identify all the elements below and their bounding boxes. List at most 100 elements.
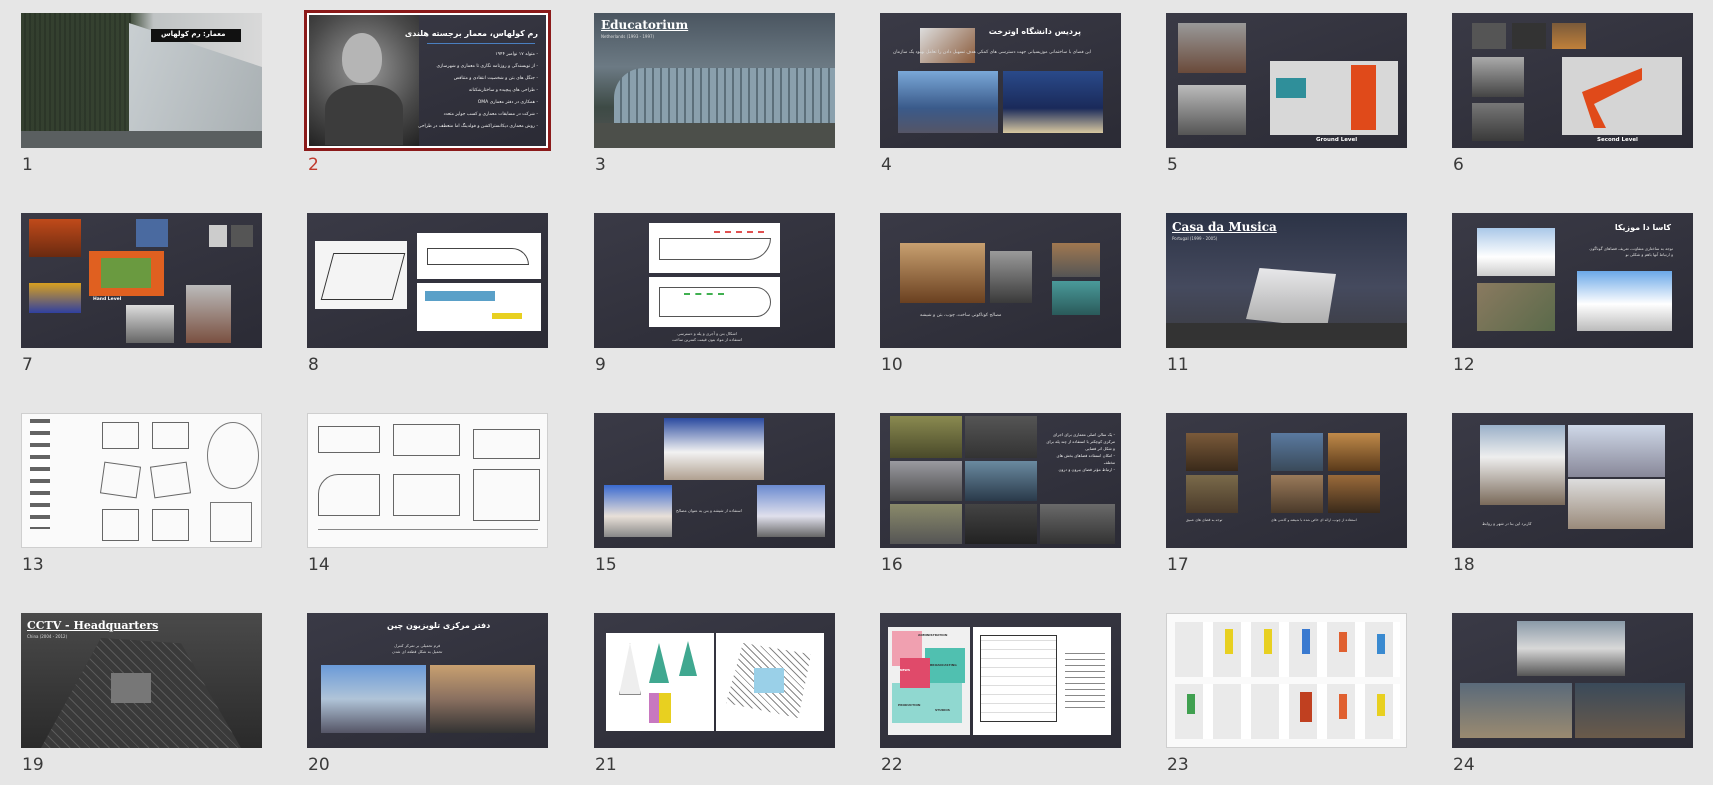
slide-thumbnail[interactable]: مصالح کوناکونی ساخت، چوب، بتن و شیشه 10 — [880, 213, 1121, 383]
slide-thumbnail[interactable]: کاسا دا موزیکا توجه به ساختاری متفاوت، ت… — [1452, 213, 1693, 383]
slide-bullets: - یک سالن اصلی معماری برای اجرای مرکزی ک… — [1046, 432, 1115, 472]
slide-number: 23 — [1167, 755, 1189, 775]
slide-number: 4 — [881, 155, 892, 175]
slide-23-preview[interactable] — [1166, 613, 1407, 748]
slide-thumbnail[interactable]: - یک سالن اصلی معماری برای اجرای مرکزی ک… — [880, 413, 1121, 583]
slide-thumbnail[interactable]: Second Level 6 — [1452, 13, 1693, 183]
slide-thumbnail[interactable]: 13 — [21, 413, 262, 583]
slide-number: 12 — [1453, 355, 1475, 375]
slide-bullets: - متولد ۱۷ نوامبر ۱۹۴۴ - از نویسندگی و ر… — [417, 52, 538, 129]
slide-thumbnail[interactable]: Hand Level 7 — [21, 213, 262, 383]
slide-number: 14 — [308, 555, 330, 575]
slide-9-preview[interactable]: اشکال بتن و آجری و پله و دسترسی استفاده … — [594, 213, 835, 348]
slide-thumbnail[interactable]: رم کولهاس، معمار برجسته هلندی - متولد ۱۷… — [304, 10, 551, 183]
slide-thumbnail[interactable]: Educatorium Netherlands (1993 - 1997) 3 — [594, 13, 835, 183]
slide-thumbnail[interactable]: 23 — [1166, 613, 1407, 783]
diagram-label: STUDIOS — [935, 708, 950, 712]
slide-title: Casa da Musica — [1172, 220, 1277, 234]
slide-number: 19 — [22, 755, 44, 775]
slide-number: 3 — [595, 155, 606, 175]
diagram-label: PRODUCTION — [898, 703, 921, 707]
diagram-label: BROADCASTING — [930, 663, 957, 667]
slide-number: 18 — [1453, 555, 1475, 575]
slide-thumbnail[interactable]: 21 — [594, 613, 835, 783]
slide-15-preview[interactable]: استفاده از شیشه و بتن به عنوان مصالح — [594, 413, 835, 548]
slide-17-preview[interactable]: استفاده از چوب، ارائه ای خاص شده با شیشه… — [1166, 413, 1407, 548]
slide-16-preview[interactable]: - یک سالن اصلی معماری برای اجرای مرکزی ک… — [880, 413, 1121, 548]
slide-thumbnail[interactable]: دفتر مرکزی تلویزیون چین فرم تحمیلی بر تم… — [307, 613, 548, 783]
slide-thumbnail[interactable]: استفاده از شیشه و بتن به عنوان مصالح 15 — [594, 413, 835, 583]
level-label: Second Level — [1597, 137, 1638, 143]
slide-12-preview[interactable]: کاسا دا موزیکا توجه به ساختاری متفاوت، ت… — [1452, 213, 1693, 348]
slide-20-preview[interactable]: دفتر مرکزی تلویزیون چین فرم تحمیلی بر تم… — [307, 613, 548, 748]
slide-title: CCTV - Headquarters — [27, 619, 159, 632]
slide-subtitle: China (2004 - 2012) — [27, 634, 68, 639]
slide-title: رم کولهاس، معمار برجسته هلندی — [404, 29, 538, 38]
slide-5-preview[interactable]: Ground Level — [1166, 13, 1407, 148]
slide-number: 8 — [308, 355, 319, 375]
slide-thumbnail[interactable]: CCTV - Headquarters China (2004 - 2012) … — [21, 613, 262, 783]
slide-thumbnail[interactable]: اشکال بتن و آجری و پله و دسترسی استفاده … — [594, 213, 835, 383]
slide-thumbnail[interactable]: 24 — [1452, 613, 1693, 783]
diagram-label: NEWS — [900, 668, 911, 672]
slide-14-preview[interactable] — [307, 413, 548, 548]
slide-number: 21 — [595, 755, 617, 775]
slide-thumbnail[interactable]: کاربرد این بنا در شهر و روابط 18 — [1452, 413, 1693, 583]
slide-13-preview[interactable] — [21, 413, 262, 548]
slide-3-preview[interactable]: Educatorium Netherlands (1993 - 1997) — [594, 13, 835, 148]
slide-thumbnail[interactable]: ADMINISTRATION NEWS BROADCASTING PRODUCT… — [880, 613, 1121, 783]
slide-caption-secondary: توجه به فضای های عمیق — [1186, 518, 1223, 522]
slide-number: 22 — [881, 755, 903, 775]
slide-subtitle: Portugal (1999 - 2005) — [1172, 236, 1218, 241]
slide-caption: مصالح کوناکونی ساخت، چوب، بتن و شیشه — [920, 313, 1002, 318]
slide-number: 15 — [595, 555, 617, 575]
slide-subtitle: Netherlands (1993 - 1997) — [601, 34, 655, 39]
slide-title: Educatorium — [601, 18, 689, 32]
slide-thumbnail[interactable]: Casa da Musica Portugal (1999 - 2005) 11 — [1166, 213, 1407, 383]
slide-caption: کاربرد این بنا در شهر و روابط — [1482, 521, 1532, 526]
slide-11-preview[interactable]: Casa da Musica Portugal (1999 - 2005) — [1166, 213, 1407, 348]
slide-title: پردیس دانشگاه اوترخت — [988, 27, 1081, 36]
slide-number: 7 — [22, 355, 33, 375]
slide-10-preview[interactable]: مصالح کوناکونی ساخت، چوب، بتن و شیشه — [880, 213, 1121, 348]
slide-sorter-grid: معمار: رم کولهاس 1 رم کولهاس، معمار برجس… — [0, 0, 1713, 785]
slide-title: دفتر مرکزی تلویزیون چین — [387, 621, 491, 630]
level-label: Hand Level — [93, 297, 122, 302]
slide-caption: توجه به ساختاری متفاوت، تعریف فضاهای گون… — [1589, 246, 1673, 257]
slide-thumbnail[interactable]: معمار: رم کولهاس 1 — [21, 13, 262, 183]
slide-7-preview[interactable]: Hand Level — [21, 213, 262, 348]
slide-24-preview[interactable] — [1452, 613, 1693, 748]
slide-number: 13 — [22, 555, 44, 575]
diagram-label: ADMINISTRATION — [918, 633, 948, 637]
slide-number: 2 — [308, 155, 319, 175]
slide-number: 5 — [1167, 155, 1178, 175]
slide-caption: استفاده از چوب، ارائه ای خاص شده با شیشه… — [1271, 518, 1357, 522]
slide-number: 20 — [308, 755, 330, 775]
slide-thumbnail[interactable]: 8 — [307, 213, 548, 383]
slide-number: 10 — [881, 355, 903, 375]
slide-title: معمار: رم کولهاس — [161, 30, 226, 38]
slide-caption: استفاده از شیشه و بتن به عنوان مصالح — [676, 508, 742, 513]
slide-18-preview[interactable]: کاربرد این بنا در شهر و روابط — [1452, 413, 1693, 548]
slide-caption: اشکال بتن و آجری و پله و دسترسی استفاده … — [672, 331, 743, 342]
slide-21-preview[interactable] — [594, 613, 835, 748]
slide-number: 6 — [1453, 155, 1464, 175]
slide-thumbnail[interactable]: Ground Level 5 — [1166, 13, 1407, 183]
slide-thumbnail[interactable]: استفاده از چوب، ارائه ای خاص شده با شیشه… — [1166, 413, 1407, 583]
slide-6-preview[interactable]: Second Level — [1452, 13, 1693, 148]
slide-4-preview[interactable]: پردیس دانشگاه اوترخت این فضای با ساختمان… — [880, 13, 1121, 148]
slide-1-preview[interactable]: معمار: رم کولهاس — [21, 13, 262, 148]
slide-number: 24 — [1453, 755, 1475, 775]
slide-number: 1 — [22, 155, 33, 175]
slide-19-preview[interactable]: CCTV - Headquarters China (2004 - 2012) — [21, 613, 262, 748]
slide-number: 17 — [1167, 555, 1189, 575]
slide-thumbnail[interactable]: 14 — [307, 413, 548, 583]
slide-2-preview[interactable]: رم کولهاس، معمار برجسته هلندی - متولد ۱۷… — [304, 10, 551, 151]
slide-thumbnail[interactable]: پردیس دانشگاه اوترخت این فضای با ساختمان… — [880, 13, 1121, 183]
level-label: Ground Level — [1316, 137, 1358, 143]
slide-title: کاسا دا موزیکا — [1614, 223, 1671, 232]
slide-22-preview[interactable]: ADMINISTRATION NEWS BROADCASTING PRODUCT… — [880, 613, 1121, 748]
slide-8-preview[interactable] — [307, 213, 548, 348]
slide-number: 9 — [595, 355, 606, 375]
slide-number: 16 — [881, 555, 903, 575]
